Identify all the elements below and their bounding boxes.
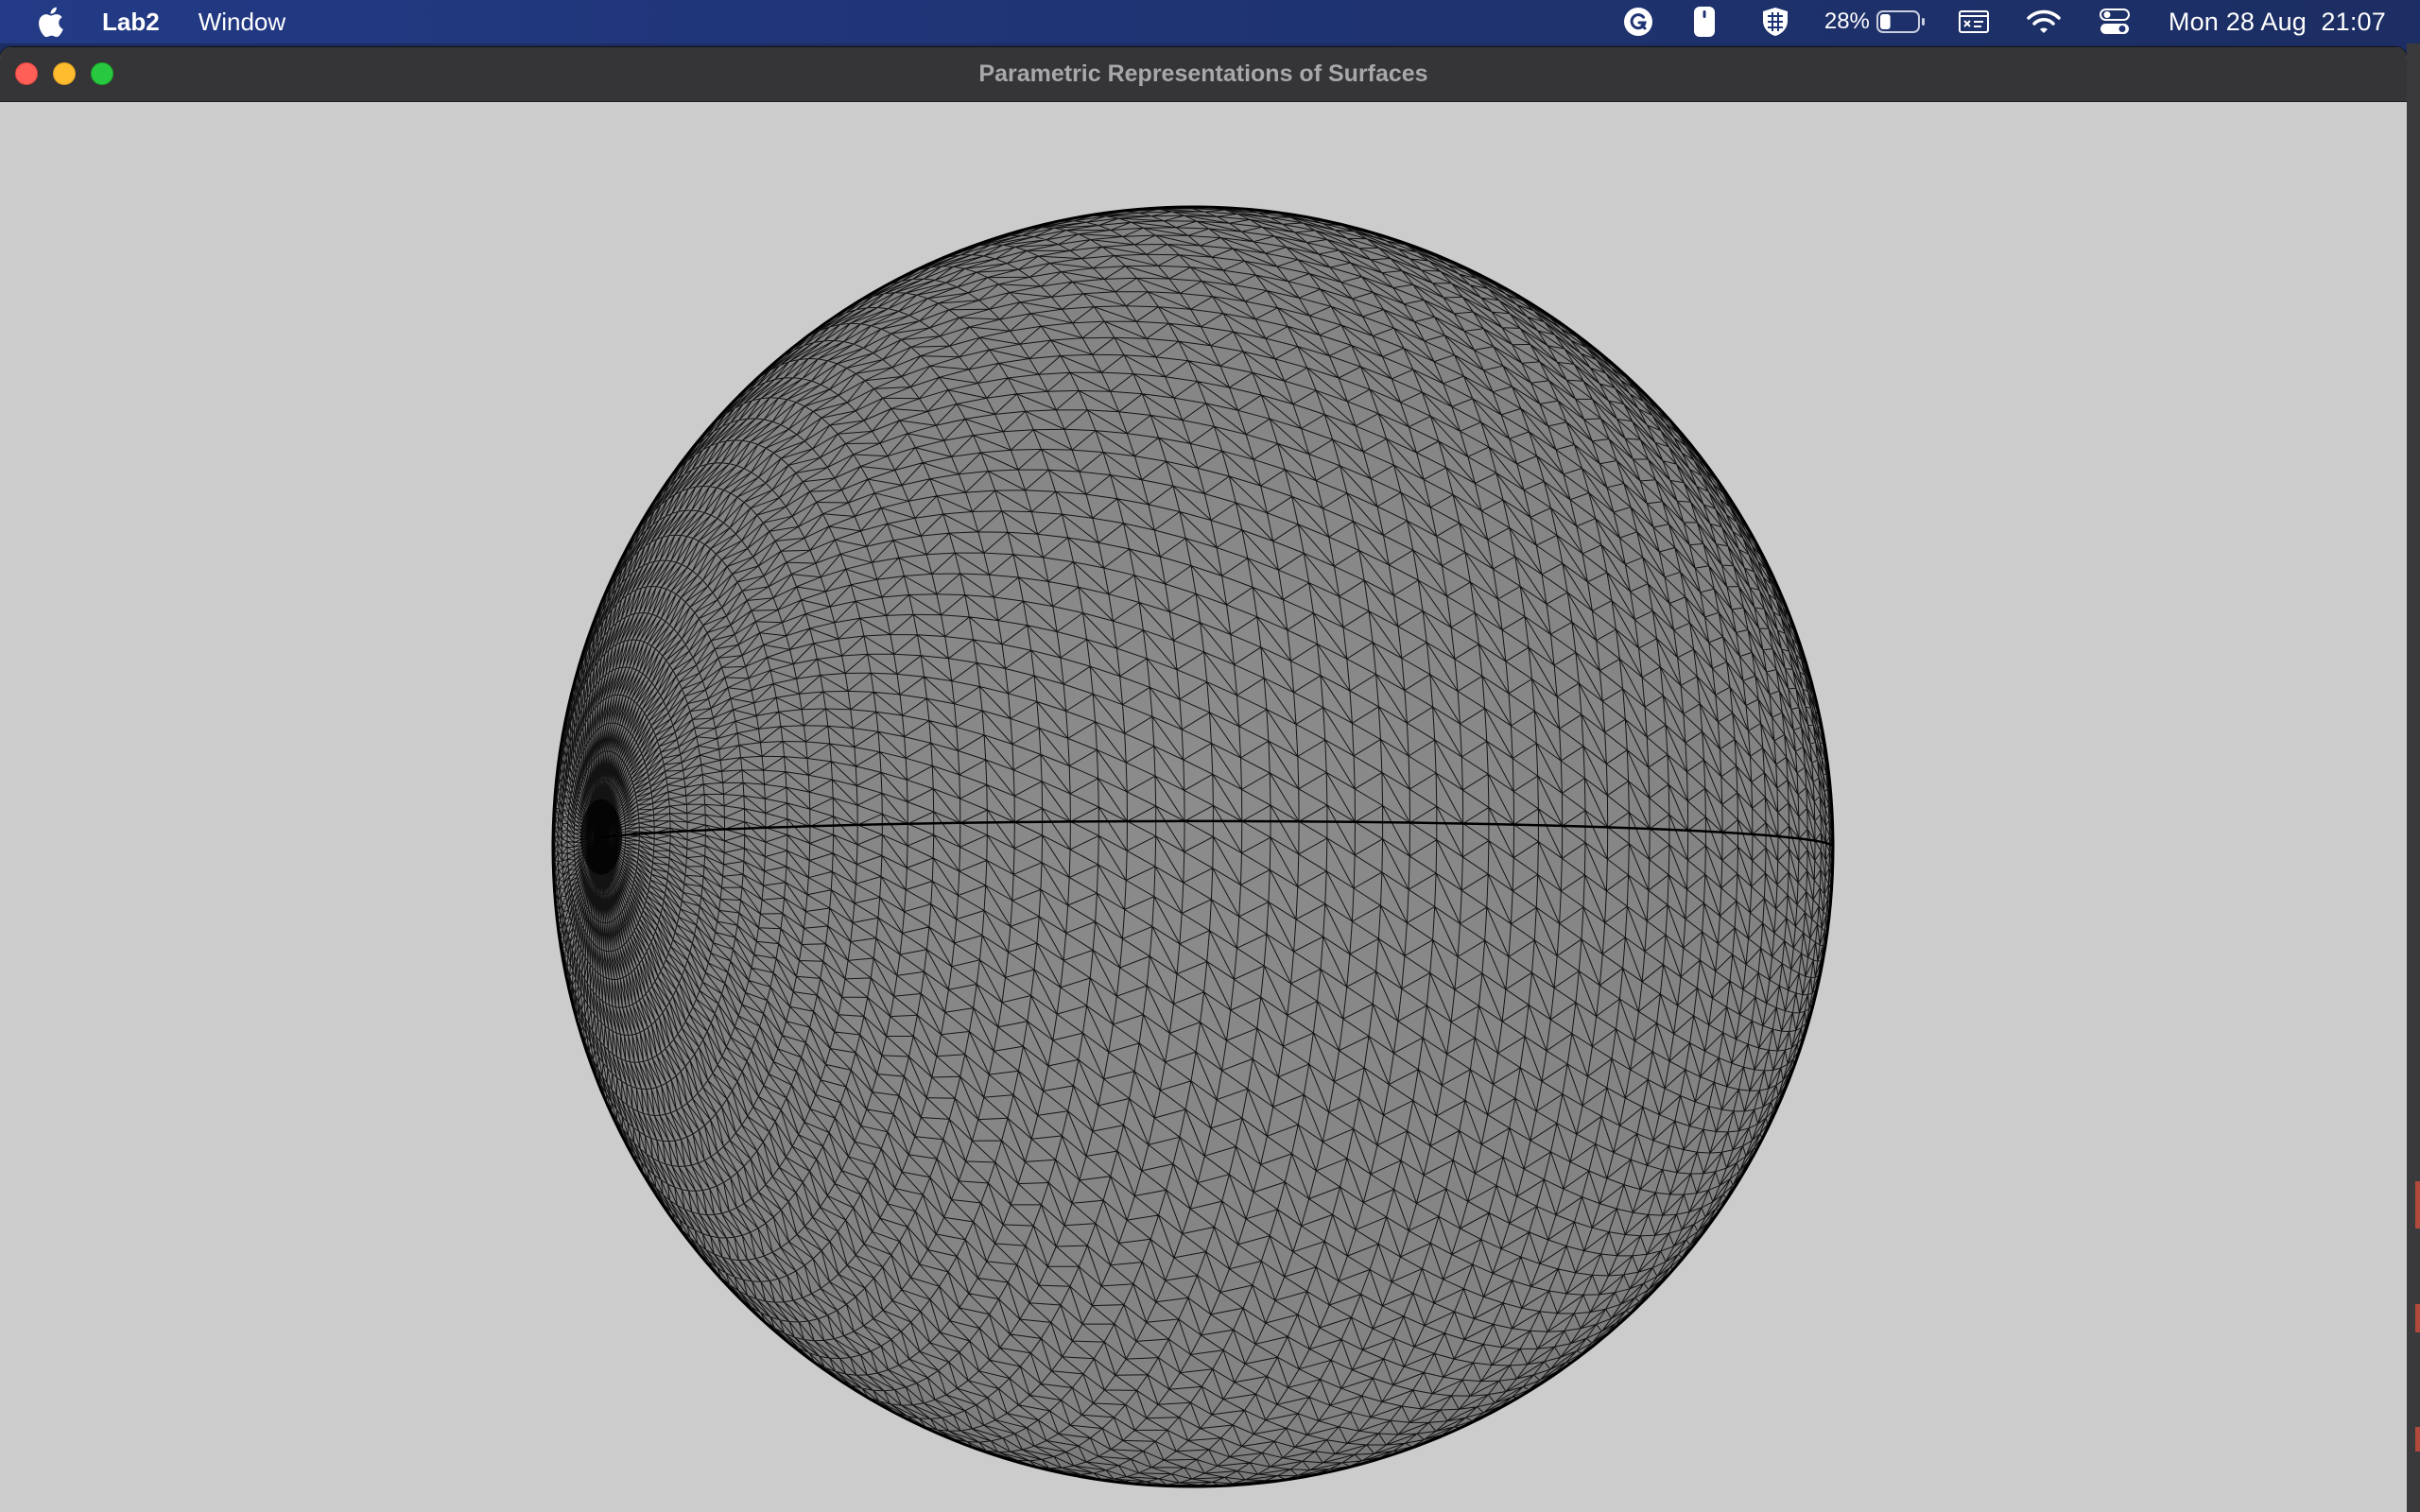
- app-menu-lab2[interactable]: Lab2: [102, 8, 160, 37]
- status-area: 28% Mon 28 Aug 21:07: [1622, 0, 2420, 43]
- clock-date: Mon 28 Aug: [2168, 7, 2308, 36]
- window-titlebar[interactable]: Parametric Representations of Surfaces: [0, 47, 2407, 102]
- render-canvas[interactable]: [0, 102, 2407, 1512]
- display-icon[interactable]: [1958, 0, 1989, 43]
- desktop-edge-mark: [2415, 1304, 2420, 1332]
- mouse-icon[interactable]: [1692, 0, 1717, 43]
- menu-bar: Lab2 Window 28% Mon 28 Aug 21:07: [0, 0, 2420, 43]
- sphere-wireframe: [551, 205, 1835, 1488]
- desktop-edge-mark: [2415, 1427, 2420, 1452]
- grammarly-icon[interactable]: [1622, 0, 1654, 43]
- app-window: Parametric Representations of Surfaces: [0, 47, 2407, 1512]
- clock-time: 21:07: [2321, 7, 2386, 36]
- shield-grid-icon[interactable]: [1760, 0, 1790, 43]
- mesh-pole: [580, 799, 623, 875]
- window-title: Parametric Representations of Surfaces: [978, 60, 1428, 87]
- desktop-edge: [2407, 43, 2420, 1512]
- menu-bar-clock[interactable]: Mon 28 Aug 21:07: [2169, 8, 2386, 37]
- wifi-icon[interactable]: [2027, 0, 2061, 43]
- control-center-icon[interactable]: [2099, 0, 2131, 43]
- battery-percent: 28%: [1824, 9, 1870, 34]
- apple-logo-icon[interactable]: [36, 6, 64, 38]
- menu-window[interactable]: Window: [199, 8, 285, 37]
- desktop-edge-mark: [2415, 1181, 2420, 1228]
- battery-icon[interactable]: [1876, 0, 1927, 43]
